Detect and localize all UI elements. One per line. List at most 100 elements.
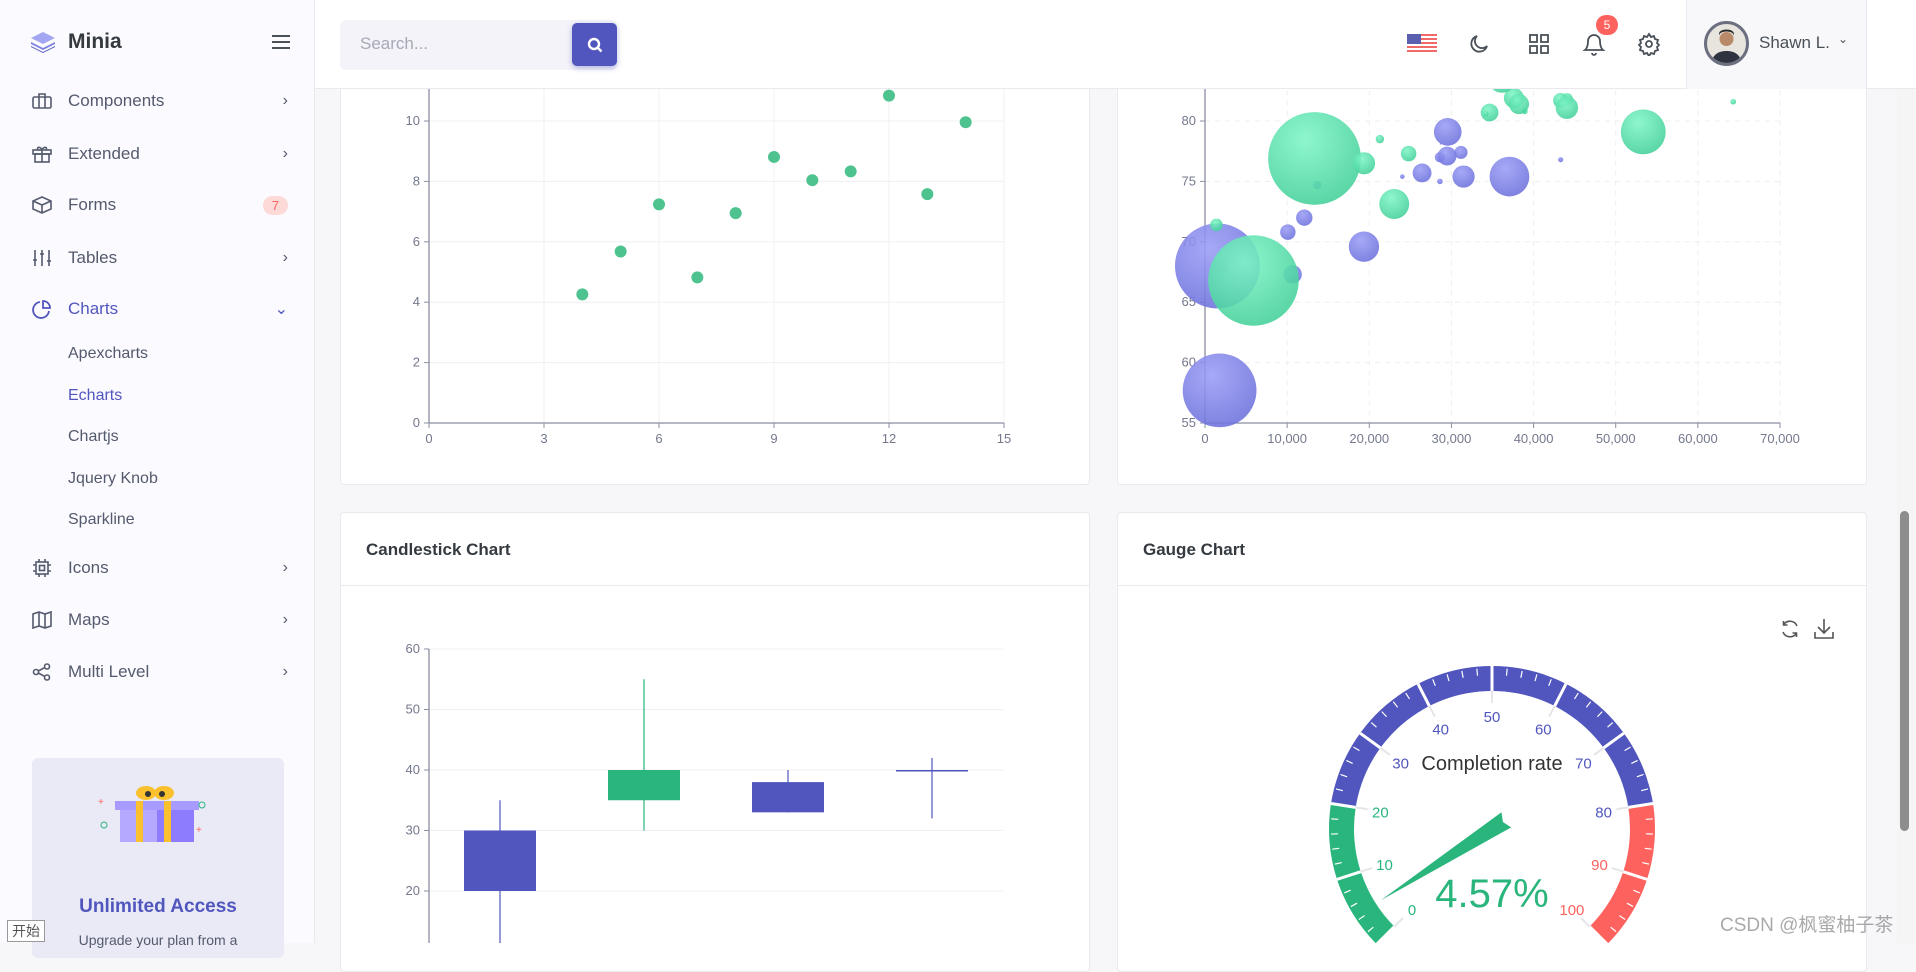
- scatter-point: [960, 116, 972, 128]
- bubble-2015: [1401, 146, 1417, 162]
- logo[interactable]: Minia: [30, 30, 122, 54]
- scatter-point: [845, 165, 857, 177]
- sidebar-item-forms[interactable]: Forms7: [30, 190, 288, 220]
- chevron-down-icon: ⌄: [1838, 32, 1848, 46]
- promo-title: Unlimited Access: [32, 896, 284, 918]
- cpu-icon: [30, 556, 54, 580]
- gauge-split-line: [1612, 868, 1623, 872]
- pie-chart-icon: [30, 297, 54, 321]
- y-tick-label: 55: [1182, 415, 1196, 430]
- y-tick-label: 60: [406, 641, 420, 656]
- gauge-split-line: [1581, 918, 1589, 926]
- candle-body: [752, 782, 824, 812]
- bubble-1990: [1349, 231, 1379, 261]
- sidebar-item-multi-level[interactable]: Multi Level ›: [30, 657, 288, 687]
- bubble-2015: [1481, 104, 1499, 122]
- y-tick-label: 80: [1182, 113, 1196, 128]
- menu-toggle-icon[interactable]: [272, 35, 290, 49]
- x-tick-label: 15: [997, 431, 1011, 446]
- submenu-chartjs[interactable]: Chartjs: [68, 428, 119, 446]
- user-menu[interactable]: Shawn L. ⌄: [1686, 0, 1867, 89]
- bubble-2015: [1483, 111, 1488, 116]
- sidebar-item-maps[interactable]: Maps›: [30, 605, 288, 635]
- x-tick-label: 30,000: [1432, 431, 1472, 446]
- user-name: Shawn L.: [1759, 33, 1830, 53]
- submenu-apexcharts[interactable]: Apexcharts: [68, 345, 148, 363]
- scatter-point: [615, 245, 627, 257]
- sidebar-item-label: Extended: [68, 144, 140, 164]
- sidebar-item-tables[interactable]: Tables›: [30, 243, 288, 273]
- y-tick-label: 8: [413, 173, 420, 188]
- gift-illustration-icon: ++: [98, 783, 218, 863]
- app-name: Minia: [68, 30, 122, 54]
- search-button[interactable]: [572, 23, 617, 66]
- y-tick-label: 20: [406, 883, 420, 898]
- settings-button[interactable]: [1634, 29, 1664, 59]
- search-input[interactable]: [360, 34, 520, 54]
- scrollbar-thumb[interactable]: [1900, 511, 1909, 831]
- y-tick-label: 50: [406, 702, 420, 717]
- sliders-icon: [30, 246, 54, 270]
- bubble-2015: [1376, 135, 1384, 143]
- gauge-value: 4.57%: [1435, 872, 1548, 916]
- chevron-down-icon: ⌄: [275, 299, 288, 319]
- x-tick-label: 20,000: [1349, 431, 1389, 446]
- sidebar-item-components[interactable]: Components›: [30, 86, 288, 116]
- scatter-point: [730, 207, 742, 219]
- gauge-tick-label: 100: [1559, 902, 1584, 919]
- dark-mode-toggle[interactable]: [1464, 29, 1494, 59]
- sidebar-item-label: Charts: [68, 299, 118, 319]
- moon-icon: [1467, 32, 1491, 56]
- bubble-1990: [1434, 118, 1462, 146]
- bubble-1990: [1183, 354, 1257, 428]
- gauge-tick-label: 30: [1392, 756, 1409, 773]
- gauge-split-line: [1356, 807, 1368, 809]
- topbar: 5 Shawn L. ⌄: [315, 0, 1916, 89]
- gauge-tick-label: 70: [1575, 756, 1592, 773]
- start-label: 开始: [7, 920, 45, 942]
- share-icon: [30, 660, 54, 684]
- chevron-right-icon: ›: [283, 145, 288, 163]
- y-tick-label: 2: [413, 355, 420, 370]
- refresh-icon[interactable]: [1778, 617, 1802, 641]
- gauge-split-line: [1594, 748, 1604, 755]
- layers-logo-icon: [30, 30, 56, 54]
- upgrade-promo-card: ++ Unlimited Access Upgrade your plan fr…: [32, 758, 284, 958]
- bubble-2015: [1210, 219, 1223, 232]
- sidebar-item-charts[interactable]: Charts ⌄: [30, 294, 288, 324]
- gauge-minor-tick: [1477, 669, 1478, 676]
- y-tick-label: 4: [413, 294, 420, 309]
- gauge-tick-label: 50: [1484, 709, 1501, 726]
- submenu-sparkline[interactable]: Sparkline: [68, 511, 135, 529]
- scatter-point: [921, 188, 933, 200]
- chevron-right-icon: ›: [283, 663, 288, 681]
- grid-icon: [1528, 33, 1550, 55]
- submenu-echarts[interactable]: Echarts: [68, 387, 122, 405]
- apps-button[interactable]: [1524, 29, 1554, 59]
- sidebar-item-extended[interactable]: Extended ›: [30, 139, 288, 169]
- candle-body: [608, 770, 680, 800]
- gauge-split-line: [1394, 918, 1402, 926]
- sidebar-item-icons[interactable]: Icons›: [30, 553, 288, 583]
- bubble-2015: [1621, 109, 1666, 154]
- scatter-point: [576, 288, 588, 300]
- x-tick-label: 9: [770, 431, 777, 446]
- briefcase-icon: [30, 89, 54, 113]
- bubble-2015: [1509, 94, 1529, 114]
- submenu-jquery-knob[interactable]: Jquery Knob: [68, 470, 158, 488]
- gauge-tick-label: 60: [1535, 721, 1552, 738]
- gauge-split-line: [1616, 807, 1628, 809]
- avatar: [1704, 21, 1749, 66]
- gauge-tick-label: 80: [1595, 804, 1612, 821]
- download-icon[interactable]: [1812, 617, 1836, 641]
- page-scrollbar[interactable]: [1897, 89, 1914, 943]
- sidebar-item-label: Multi Level: [68, 662, 149, 682]
- chevron-right-icon: ›: [283, 559, 288, 577]
- language-selector[interactable]: [1407, 29, 1437, 59]
- x-tick-label: 0: [1201, 431, 1208, 446]
- sidebar-item-label: Maps: [68, 610, 110, 630]
- gauge-split-line: [1361, 868, 1372, 872]
- x-tick-label: 3: [540, 431, 547, 446]
- bubble-1990: [1558, 157, 1563, 162]
- y-tick-label: 75: [1182, 173, 1196, 188]
